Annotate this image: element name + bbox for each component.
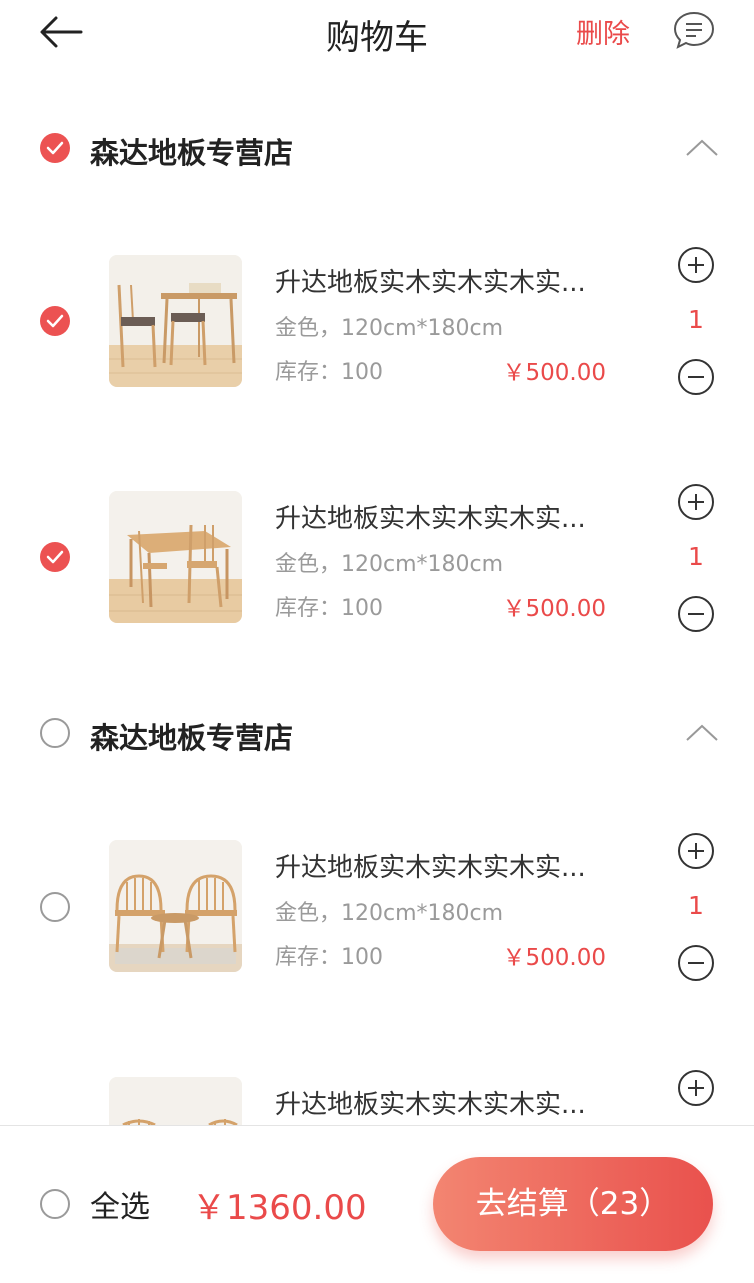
shop-checkbox[interactable] xyxy=(40,718,70,748)
quantity-value: 1 xyxy=(688,305,704,334)
product-stock: 库存：100 xyxy=(275,945,383,970)
product-stock: 库存：100 xyxy=(275,596,383,621)
shop-name: 森达地板专营店 xyxy=(90,136,294,170)
shop-name: 森达地板专营店 xyxy=(90,721,294,755)
item-checkbox[interactable] xyxy=(40,306,70,336)
check-icon xyxy=(46,314,64,328)
message-icon[interactable] xyxy=(672,10,716,52)
check-icon xyxy=(46,550,64,564)
product-image[interactable] xyxy=(109,255,242,387)
item-checkbox[interactable] xyxy=(40,892,70,922)
product-spec: 金色，120cm*180cm xyxy=(275,316,504,341)
product-image[interactable] xyxy=(109,491,242,623)
chevron-up-icon[interactable] xyxy=(684,137,720,159)
checkout-bar: 全选 ￥1360.00 去结算（23） xyxy=(0,1125,754,1283)
product-spec: 金色，120cm*180cm xyxy=(275,901,504,926)
item-checkbox[interactable] xyxy=(40,542,70,572)
total-price: ￥1360.00 xyxy=(192,1188,367,1228)
product-name[interactable]: 升达地板实木实木实木实... xyxy=(275,847,615,884)
header-bar: 购物车 删除 xyxy=(0,0,754,64)
product-name[interactable]: 升达地板实木实木实木实... xyxy=(275,262,615,299)
shop-checkbox[interactable] xyxy=(40,133,70,163)
product-name[interactable]: 升达地板实木实木实木实... xyxy=(275,1084,615,1121)
product-price: ￥500.00 xyxy=(502,945,606,971)
quantity-value: 1 xyxy=(688,542,704,571)
select-all-label[interactable]: 全选 xyxy=(90,1182,150,1226)
plus-circle-icon[interactable] xyxy=(677,1069,715,1107)
product-spec: 金色，120cm*180cm xyxy=(275,552,504,577)
select-all-checkbox[interactable] xyxy=(40,1189,70,1219)
delete-button[interactable]: 删除 xyxy=(576,12,630,51)
product-price: ￥500.00 xyxy=(502,360,606,386)
minus-circle-icon[interactable] xyxy=(677,944,715,982)
product-price: ￥500.00 xyxy=(502,596,606,622)
check-icon xyxy=(46,141,64,155)
product-name[interactable]: 升达地板实木实木实木实... xyxy=(275,498,615,535)
product-image[interactable] xyxy=(109,840,242,972)
product-stock: 库存：100 xyxy=(275,360,383,385)
minus-circle-icon[interactable] xyxy=(677,595,715,633)
plus-circle-icon[interactable] xyxy=(677,483,715,521)
plus-circle-icon[interactable] xyxy=(677,832,715,870)
quantity-value: 1 xyxy=(688,891,704,920)
checkout-button[interactable]: 去结算（23） xyxy=(433,1157,713,1251)
chevron-up-icon[interactable] xyxy=(684,722,720,744)
plus-circle-icon[interactable] xyxy=(677,246,715,284)
minus-circle-icon[interactable] xyxy=(677,358,715,396)
page-title: 购物车 xyxy=(326,18,428,58)
